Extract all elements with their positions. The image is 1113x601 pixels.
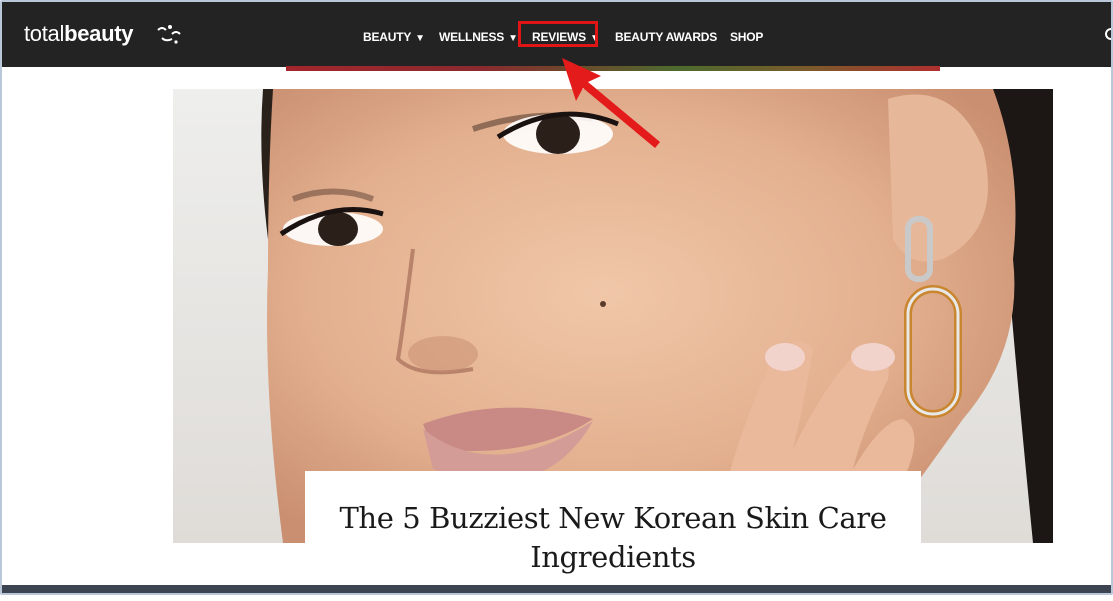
chevron-down-icon: ▼ (415, 33, 425, 44)
bottom-bar (2, 585, 1111, 593)
nav-label-wellness: WELLNESS (439, 30, 505, 44)
nav-label-beauty-awards: BEAUTY AWARDS (615, 30, 718, 44)
site-logo[interactable]: totalbeauty (24, 21, 134, 47)
highlight-annotation (518, 21, 598, 47)
nav-label-shop: SHOP (730, 30, 764, 44)
logo-text-light: total (24, 21, 65, 46)
nav-item-beauty[interactable]: BEAUTY ▼ (363, 30, 425, 44)
article-title[interactable]: The 5 Buzziest New Korean Skin Care Ingr… (305, 499, 921, 577)
article-title-card[interactable]: The 5 Buzziest New Korean Skin Care Ingr… (305, 471, 921, 601)
logo-text-bold: beauty (64, 21, 134, 46)
logo-mark-icon (157, 25, 181, 44)
nav-label-beauty: BEAUTY (363, 30, 412, 44)
nav-item-beauty-awards[interactable]: BEAUTY AWARDS (615, 30, 717, 44)
nav-item-wellness[interactable]: WELLNESS ▼ (439, 30, 518, 44)
nav-item-shop[interactable]: SHOP (730, 30, 763, 44)
chevron-down-icon: ▼ (508, 33, 518, 44)
search-icon[interactable] (1102, 27, 1113, 43)
ad-banner-strip[interactable] (286, 66, 940, 71)
